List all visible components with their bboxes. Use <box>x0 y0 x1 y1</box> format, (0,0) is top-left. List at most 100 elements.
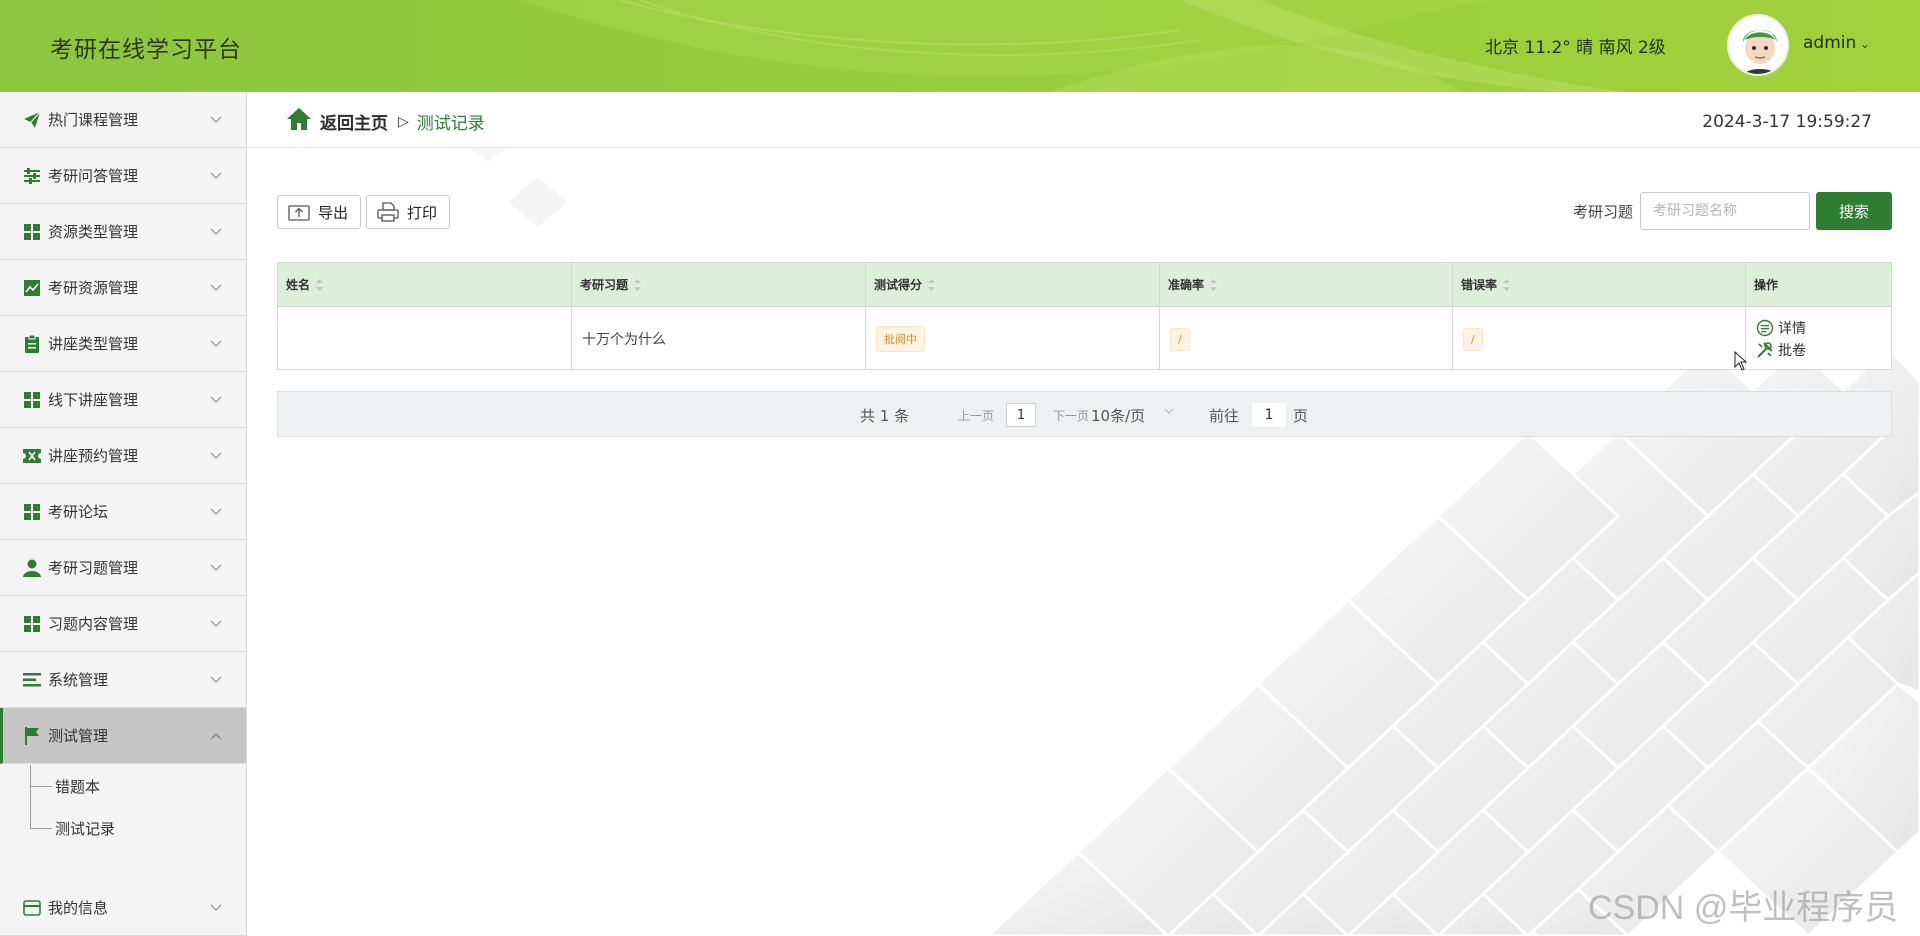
sort-icon[interactable] <box>928 278 936 291</box>
chevron-down-icon <box>210 114 222 126</box>
cell-name <box>278 308 572 370</box>
submenu-item-test-records[interactable]: 测试记录 <box>0 807 246 849</box>
grid-icon <box>22 614 42 634</box>
column-header-accuracy[interactable]: 准确率 <box>1160 263 1453 306</box>
search-button[interactable]: 搜索 <box>1816 192 1892 230</box>
sidebar-item-lecture-type[interactable]: 讲座类型管理 <box>0 316 246 372</box>
grid-icon <box>22 222 42 242</box>
chevron-down-icon <box>210 170 222 182</box>
grade-label: 批卷 <box>1778 343 1806 359</box>
chevron-down-icon <box>210 674 222 686</box>
grade-button[interactable]: 批卷 <box>1756 339 1806 361</box>
chevron-down-icon <box>210 902 222 914</box>
table-row: 十万个为什么 批阅中 / / 详情 批卷 <box>278 308 1891 370</box>
details-label: 详情 <box>1778 321 1806 337</box>
details-icon <box>1756 319 1774 337</box>
page-size-select[interactable]: 10条/页 <box>1091 405 1145 426</box>
sidebar-item-qa[interactable]: 考研问答管理 <box>0 148 246 204</box>
app-title: 考研在线学习平台 <box>50 37 242 63</box>
cell-error-rate: / <box>1453 308 1746 370</box>
sidebar-item-exercises[interactable]: 考研习题管理 <box>0 540 246 596</box>
prev-page-button[interactable]: 上一页 <box>958 407 994 424</box>
sidebar: 热门课程管理 考研问答管理 资源类型管理 考研资源管理 讲座类型管理 线下讲座管… <box>0 92 247 936</box>
column-header-name[interactable]: 姓名 <box>278 263 572 306</box>
flag-icon <box>22 726 42 746</box>
sort-icon[interactable] <box>1503 278 1511 291</box>
chevron-down-icon[interactable] <box>1164 406 1174 417</box>
list-icon <box>22 670 42 690</box>
breadcrumb-bar: 返回主页 ▷ 测试记录 2024-3-17 19:59:27 <box>248 92 1920 148</box>
sidebar-item-hot-courses[interactable]: 热门课程管理 <box>0 92 246 148</box>
sidebar-item-lecture-booking[interactable]: 讲座预约管理 <box>0 428 246 484</box>
submenu-label: 测试记录 <box>55 820 116 838</box>
sidebar-item-forum[interactable]: 考研论坛 <box>0 484 246 540</box>
export-button[interactable]: 导出 <box>277 195 361 229</box>
breadcrumb-home-link[interactable]: 返回主页 <box>320 109 388 134</box>
sidebar-item-offline-lecture[interactable]: 线下讲座管理 <box>0 372 246 428</box>
sidebar-item-label: 习题内容管理 <box>48 615 139 633</box>
sidebar-item-label: 测试管理 <box>48 727 109 745</box>
submenu-label: 错题本 <box>55 778 101 796</box>
user-avatar[interactable] <box>1727 14 1789 76</box>
chevron-down-icon <box>210 226 222 238</box>
user-menu[interactable]: admin ⌄ <box>1803 33 1870 53</box>
breadcrumb: 返回主页 ▷ 测试记录 <box>286 107 485 136</box>
wallet-icon <box>22 898 42 918</box>
sidebar-item-exercise-content[interactable]: 习题内容管理 <box>0 596 246 652</box>
page-number-current[interactable]: 1 <box>1006 403 1036 427</box>
sidebar-item-label: 系统管理 <box>48 671 109 689</box>
ticket-icon <box>22 446 42 466</box>
submenu-item-wrong-book[interactable]: 错题本 <box>0 765 246 807</box>
column-header-score[interactable]: 测试得分 <box>866 263 1160 306</box>
sort-icon[interactable] <box>634 278 642 291</box>
goto-page-input[interactable]: 1 <box>1252 403 1286 427</box>
user-icon <box>22 558 42 578</box>
chevron-down-icon <box>210 506 222 518</box>
tree-line <box>30 807 31 829</box>
chevron-down-icon <box>210 450 222 462</box>
printer-icon <box>377 202 399 222</box>
tree-branch <box>30 828 52 829</box>
sort-icon[interactable] <box>1210 278 1218 291</box>
sidebar-item-label: 讲座预约管理 <box>48 447 139 465</box>
sidebar-item-resource-type[interactable]: 资源类型管理 <box>0 204 246 260</box>
error-rate-badge: / <box>1463 327 1483 351</box>
chevron-down-icon <box>210 282 222 294</box>
page-unit-label: 页 <box>1293 407 1309 425</box>
sidebar-item-label: 我的信息 <box>48 899 109 917</box>
sidebar-item-system[interactable]: 系统管理 <box>0 652 246 708</box>
sidebar-item-label: 考研习题管理 <box>48 559 139 577</box>
sort-icon[interactable] <box>316 278 324 291</box>
sidebar-item-my-info[interactable]: 我的信息 <box>0 880 246 936</box>
main-content: 返回主页 ▷ 测试记录 2024-3-17 19:59:27 导出 打印 考研习… <box>248 92 1920 936</box>
chevron-down-icon <box>210 338 222 350</box>
breadcrumb-current: 测试记录 <box>416 114 485 134</box>
sidebar-item-label: 考研论坛 <box>48 503 109 521</box>
chevron-down-icon <box>210 618 222 630</box>
column-header-exercise[interactable]: 考研习题 <box>572 263 866 306</box>
username: admin <box>1803 33 1857 53</box>
details-button[interactable]: 详情 <box>1756 317 1806 339</box>
search-input[interactable] <box>1640 192 1810 230</box>
table-header: 姓名 考研习题 测试得分 准确率 错误率 操作 <box>278 263 1891 307</box>
status-badge: 批阅中 <box>876 326 925 352</box>
sidebar-item-test-management[interactable]: 测试管理 <box>0 708 246 764</box>
chevron-down-icon: ⌄ <box>1860 38 1870 51</box>
datetime-display: 2024-3-17 19:59:27 <box>1702 112 1872 132</box>
pagination: 共 1 条 上一页 1 下一页 10条/页 前往 1 页 <box>277 391 1892 437</box>
search-label: 考研习题 <box>1573 203 1634 221</box>
sidebar-item-label: 资源类型管理 <box>48 223 139 241</box>
sidebar-item-label: 线下讲座管理 <box>48 391 139 409</box>
cell-score: 批阅中 <box>866 308 1160 370</box>
grid-icon <box>22 502 42 522</box>
next-page-button[interactable]: 下一页 <box>1053 407 1089 424</box>
column-header-error-rate[interactable]: 错误率 <box>1453 263 1746 306</box>
sidebar-item-resources[interactable]: 考研资源管理 <box>0 260 246 316</box>
print-button[interactable]: 打印 <box>366 195 450 229</box>
home-icon[interactable] <box>286 107 312 136</box>
sidebar-item-label: 考研资源管理 <box>48 279 139 297</box>
goto-label: 前往 <box>1209 407 1240 425</box>
column-header-actions: 操作 <box>1754 278 1779 292</box>
tree-branch <box>30 786 52 787</box>
cell-accuracy: / <box>1160 308 1453 370</box>
